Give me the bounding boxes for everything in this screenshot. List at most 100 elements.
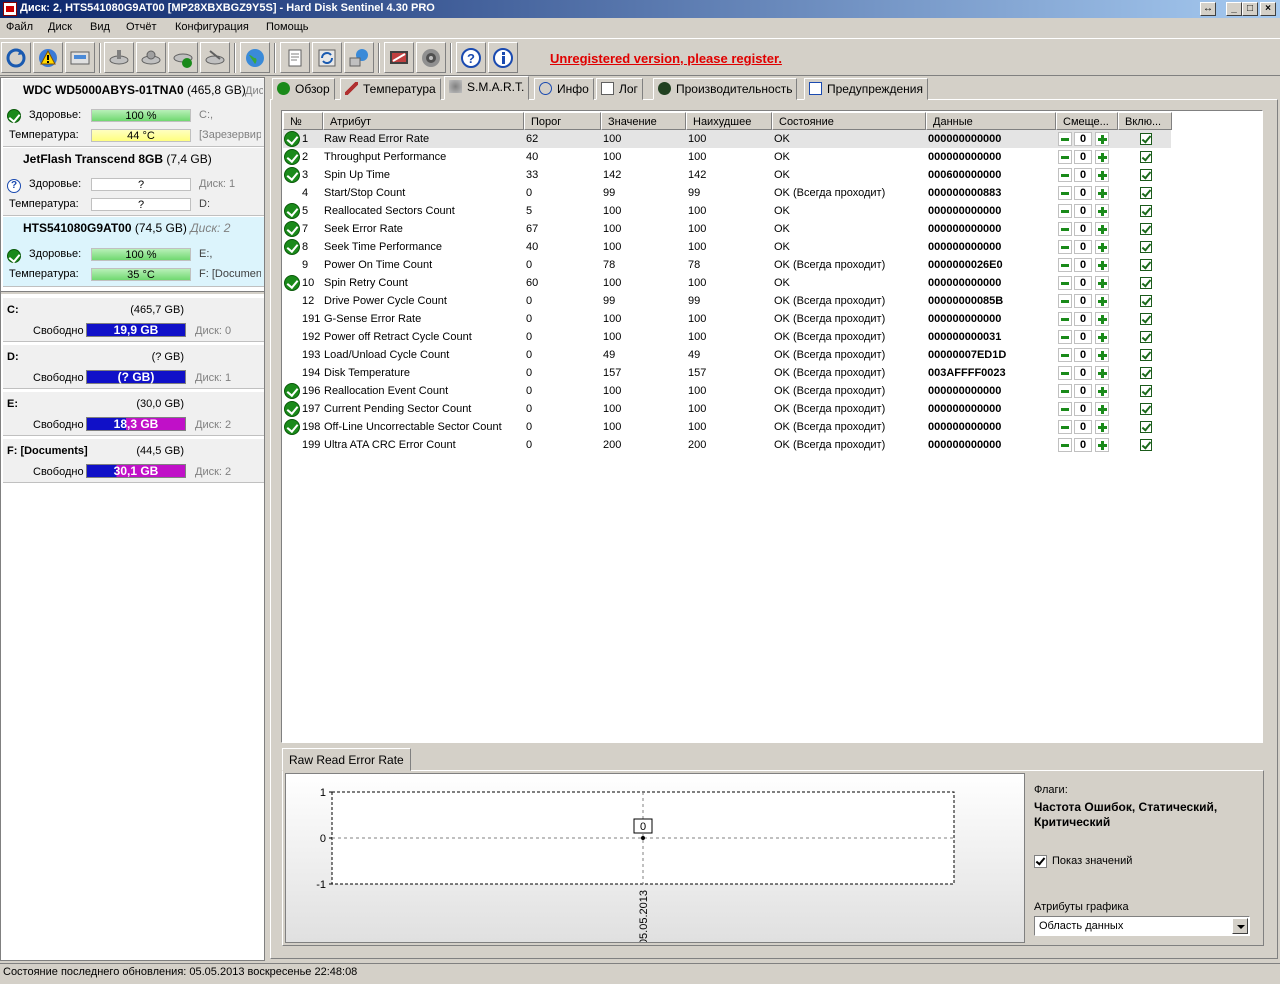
- menu-help[interactable]: Помощь: [266, 21, 309, 33]
- speaker-icon[interactable]: [416, 42, 446, 73]
- menu-view[interactable]: Вид: [90, 21, 110, 33]
- disk-card[interactable]: WDC WD5000ABYS-01TNA0 (465,8 GB) Дис Здо…: [3, 79, 264, 147]
- offset-value[interactable]: 0: [1074, 438, 1092, 452]
- unregistered-link[interactable]: Unregistered version, please register.: [550, 51, 782, 66]
- plus-icon[interactable]: [1095, 438, 1109, 452]
- offset-value[interactable]: 0: [1074, 402, 1092, 416]
- enabled-checkbox[interactable]: [1140, 205, 1152, 217]
- table-row[interactable]: 8 Seek Time Performance 40 100 100 OK 00000000…: [283, 238, 1171, 256]
- enabled-checkbox[interactable]: [1140, 439, 1152, 451]
- offset-value[interactable]: 0: [1074, 366, 1092, 380]
- tab-info[interactable]: Инфо: [534, 78, 594, 100]
- enabled-checkbox[interactable]: [1140, 187, 1152, 199]
- offset-value[interactable]: 0: [1074, 204, 1092, 218]
- table-row[interactable]: 194 Disk Temperature 0 157 157 OK (Всегда про…: [283, 364, 1171, 382]
- enabled-checkbox[interactable]: [1140, 295, 1152, 307]
- tab-temperature[interactable]: Температура: [340, 78, 441, 100]
- enabled-checkbox[interactable]: [1140, 277, 1152, 289]
- menu-report[interactable]: Отчёт: [126, 21, 156, 33]
- enabled-checkbox[interactable]: [1140, 421, 1152, 433]
- tab-attribute-chart[interactable]: Raw Read Error Rate: [282, 748, 411, 771]
- offset-value[interactable]: 0: [1074, 294, 1092, 308]
- disk-surface-icon[interactable]: [136, 42, 166, 73]
- volume-card[interactable]: F: [Documents] (44,5 GB) Свободно 30,1 G…: [3, 439, 264, 483]
- offset-value[interactable]: 0: [1074, 348, 1092, 362]
- table-row[interactable]: 12 Drive Power Cycle Count 0 99 99 OK (Всегда…: [283, 292, 1171, 310]
- offset-value[interactable]: 0: [1074, 258, 1092, 272]
- maximize-button[interactable]: □: [1242, 2, 1258, 16]
- warning-icon[interactable]: [33, 42, 63, 73]
- enabled-checkbox[interactable]: [1140, 331, 1152, 343]
- enabled-checkbox[interactable]: [1140, 349, 1152, 361]
- column-header-value[interactable]: Значение: [601, 112, 686, 130]
- globe-icon[interactable]: [240, 42, 270, 73]
- minus-icon[interactable]: [1058, 438, 1072, 452]
- disk-card-selected[interactable]: HTS541080G9AT00 (74,5 GB) Диск: 2 Здоров…: [3, 217, 264, 287]
- enabled-checkbox[interactable]: [1140, 259, 1152, 271]
- restore-small-icon[interactable]: ↔: [1200, 2, 1216, 16]
- table-row[interactable]: 197 Current Pending Sector Count 0 100 100 OK…: [283, 400, 1171, 418]
- chevron-down-icon[interactable]: [1232, 918, 1248, 934]
- minus-icon[interactable]: [1058, 384, 1072, 398]
- table-row[interactable]: 5 Reallocated Sectors Count 5 100 100 OK 00000…: [283, 202, 1171, 220]
- plus-icon[interactable]: [1095, 168, 1109, 182]
- enabled-checkbox[interactable]: [1140, 403, 1152, 415]
- sync-icon[interactable]: [312, 42, 342, 73]
- minus-icon[interactable]: [1058, 312, 1072, 326]
- disk-repair-icon[interactable]: [200, 42, 230, 73]
- tab-alerts[interactable]: Предупреждения: [804, 78, 928, 100]
- minus-icon[interactable]: [1058, 132, 1072, 146]
- refresh-icon[interactable]: [1, 42, 31, 73]
- plus-icon[interactable]: [1095, 384, 1109, 398]
- table-row[interactable]: 192 Power off Retract Cycle Count 0 100 100 O…: [283, 328, 1171, 346]
- chart-attributes-select[interactable]: Область данных: [1034, 916, 1250, 936]
- minus-icon[interactable]: [1058, 186, 1072, 200]
- panel-splitter[interactable]: [1, 291, 264, 295]
- plus-icon[interactable]: [1095, 186, 1109, 200]
- plus-icon[interactable]: [1095, 204, 1109, 218]
- column-header-offset[interactable]: Смеще...: [1056, 112, 1118, 130]
- menu-configuration[interactable]: Конфигурация: [175, 21, 249, 33]
- tab-log[interactable]: Лог: [596, 78, 643, 100]
- column-header-threshold[interactable]: Порог: [524, 112, 601, 130]
- plus-icon[interactable]: [1095, 366, 1109, 380]
- smart-table[interactable]: № Атрибут Порог Значение Наихудшее Состо…: [281, 110, 1263, 743]
- tab-overview[interactable]: Обзор: [272, 78, 335, 100]
- offset-value[interactable]: 0: [1074, 132, 1092, 146]
- report-icon[interactable]: [384, 42, 414, 73]
- minus-icon[interactable]: [1058, 330, 1072, 344]
- about-icon[interactable]: [488, 42, 518, 73]
- menu-file[interactable]: Файл: [6, 21, 33, 33]
- minus-icon[interactable]: [1058, 366, 1072, 380]
- column-header-enabled[interactable]: Вклю...: [1118, 112, 1172, 130]
- column-header-data[interactable]: Данные: [926, 112, 1056, 130]
- enabled-checkbox[interactable]: [1140, 151, 1152, 163]
- table-row[interactable]: 196 Reallocation Event Count 0 100 100 OK (Вс…: [283, 382, 1171, 400]
- plus-icon[interactable]: [1095, 258, 1109, 272]
- enabled-checkbox[interactable]: [1140, 169, 1152, 181]
- volume-card[interactable]: E: (30,0 GB) Свободно 18,3 GB Диск: 2: [3, 392, 264, 436]
- plus-icon[interactable]: [1095, 294, 1109, 308]
- help-icon[interactable]: ?: [456, 42, 486, 73]
- minus-icon[interactable]: [1058, 240, 1072, 254]
- table-row[interactable]: 10 Spin Retry Count 60 100 100 OK 000000000000…: [283, 274, 1171, 292]
- enabled-checkbox[interactable]: [1140, 241, 1152, 253]
- disk-test-icon[interactable]: [104, 42, 134, 73]
- enabled-checkbox[interactable]: [1140, 385, 1152, 397]
- network-icon[interactable]: [344, 42, 374, 73]
- table-row[interactable]: 9 Power On Time Count 0 78 78 OK (Всегда прох…: [283, 256, 1171, 274]
- minus-icon[interactable]: [1058, 402, 1072, 416]
- minus-icon[interactable]: [1058, 168, 1072, 182]
- disk-info-icon[interactable]: [65, 42, 95, 73]
- minus-icon[interactable]: [1058, 276, 1072, 290]
- table-row[interactable]: 199 Ultra ATA CRC Error Count 0 200 200 OK (В…: [283, 436, 1171, 454]
- table-row[interactable]: 7 Seek Error Rate 67 100 100 OK 000000000000 0: [283, 220, 1171, 238]
- table-row[interactable]: 193 Load/Unload Cycle Count 0 49 49 OK (Всегд…: [283, 346, 1171, 364]
- plus-icon[interactable]: [1095, 276, 1109, 290]
- enabled-checkbox[interactable]: [1140, 313, 1152, 325]
- offset-value[interactable]: 0: [1074, 384, 1092, 398]
- offset-value[interactable]: 0: [1074, 240, 1092, 254]
- plus-icon[interactable]: [1095, 132, 1109, 146]
- offset-value[interactable]: 0: [1074, 312, 1092, 326]
- plus-icon[interactable]: [1095, 420, 1109, 434]
